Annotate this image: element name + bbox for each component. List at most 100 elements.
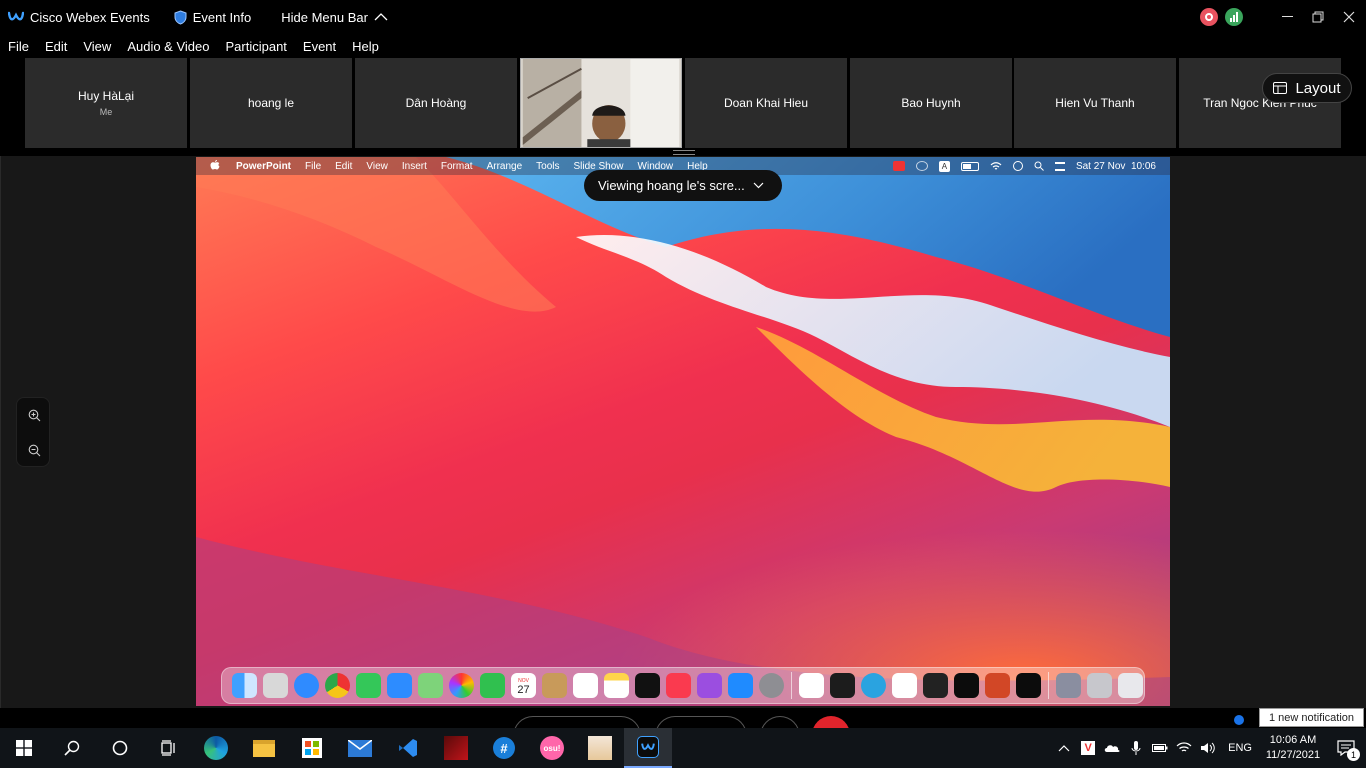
zoom-out-icon[interactable]	[17, 433, 51, 467]
participant-tile[interactable]: Huy HàLại Me	[25, 58, 187, 148]
participant-tile[interactable]: Tran Ngoc Kien Phuc	[1179, 58, 1341, 148]
mac-menu-app[interactable]: PowerPoint	[236, 161, 291, 172]
contacts-icon[interactable]	[542, 673, 567, 698]
menu-event[interactable]: Event	[303, 39, 336, 54]
microsoft-store-icon[interactable]	[288, 728, 336, 768]
microphone-icon[interactable]	[1124, 728, 1148, 768]
mac-menu-arrange[interactable]: Arrange	[487, 161, 523, 172]
menu-audio-video[interactable]: Audio & Video	[127, 39, 209, 54]
telegram-icon[interactable]	[861, 673, 886, 698]
cortana-icon[interactable]	[96, 728, 144, 768]
participant-tile[interactable]: Hien Vu Thanh	[1014, 58, 1176, 148]
dock-separator	[1048, 672, 1049, 699]
terminal-icon[interactable]	[830, 673, 855, 698]
app-store-icon[interactable]	[728, 673, 753, 698]
taskbar-clock[interactable]: 10:06 AM 11/27/2021	[1260, 733, 1326, 763]
powerpoint-icon[interactable]	[985, 673, 1010, 698]
menu-view[interactable]: View	[83, 39, 111, 54]
hashtag-app-icon[interactable]: #	[480, 728, 528, 768]
user-icon[interactable]	[1012, 161, 1023, 171]
apple-icon[interactable]	[210, 159, 220, 173]
wifi-icon[interactable]	[990, 161, 1002, 171]
language-indicator[interactable]: ENG	[1228, 742, 1252, 754]
webex-taskbar-icon[interactable]	[624, 728, 672, 768]
search-icon[interactable]	[48, 728, 96, 768]
music-icon[interactable]	[666, 673, 691, 698]
action-center-icon[interactable]: 1	[1326, 728, 1366, 768]
edge-icon[interactable]	[192, 728, 240, 768]
layout-button[interactable]: Layout	[1262, 73, 1352, 103]
network-stats-icon[interactable]	[1225, 8, 1243, 26]
hide-menu-bar-button[interactable]: Hide Menu Bar	[281, 10, 388, 25]
folder-icon[interactable]	[1056, 673, 1081, 698]
anime-app-icon[interactable]	[576, 728, 624, 768]
resize-handle[interactable]	[673, 150, 695, 155]
file-explorer-icon[interactable]	[240, 728, 288, 768]
osu-icon[interactable]: osu!	[528, 728, 576, 768]
webex-dock-icon[interactable]	[954, 673, 979, 698]
podcasts-icon[interactable]	[697, 673, 722, 698]
safari-icon[interactable]	[294, 673, 319, 698]
vscode-icon[interactable]	[892, 673, 917, 698]
vscode-taskbar-icon[interactable]	[384, 728, 432, 768]
show-hidden-icons-icon[interactable]	[1052, 728, 1076, 768]
launchpad-icon[interactable]	[263, 673, 288, 698]
menu-edit[interactable]: Edit	[45, 39, 67, 54]
participant-tile[interactable]: Bao Huynh	[850, 58, 1012, 148]
minimize-button[interactable]	[1272, 2, 1302, 32]
mail-app-icon[interactable]	[336, 728, 384, 768]
mac-menu-tools[interactable]: Tools	[536, 161, 559, 172]
iterm-icon[interactable]	[923, 673, 948, 698]
event-info-button[interactable]: Event Info	[174, 10, 251, 25]
close-button[interactable]	[1334, 2, 1364, 32]
menu-participant[interactable]: Participant	[225, 39, 286, 54]
participant-tile[interactable]: Dân Hoàng	[355, 58, 517, 148]
recording-indicator-icon[interactable]	[1200, 8, 1218, 26]
maps-icon[interactable]	[418, 673, 443, 698]
battery-icon[interactable]	[960, 161, 979, 171]
notes-icon[interactable]	[604, 673, 629, 698]
cc-icon[interactable]	[915, 161, 928, 171]
participant-tile[interactable]: Doan Khai Hieu	[685, 58, 847, 148]
notification-toast[interactable]: 1 new notification	[1259, 708, 1364, 727]
restore-button[interactable]	[1303, 2, 1333, 32]
trash-icon[interactable]	[1118, 673, 1143, 698]
photos-icon[interactable]	[449, 673, 474, 698]
mail-icon[interactable]	[387, 673, 412, 698]
mail-badge-icon[interactable]	[892, 161, 905, 171]
mac-menu-edit[interactable]: Edit	[335, 161, 352, 172]
finder-icon[interactable]	[232, 673, 257, 698]
mac-menu-insert[interactable]: Insert	[402, 161, 427, 172]
chrome-icon[interactable]	[325, 673, 350, 698]
screenshot-icon[interactable]	[1087, 673, 1112, 698]
calendar-icon[interactable]: NOV 27	[511, 673, 536, 698]
mac-menu-file[interactable]: File	[305, 161, 321, 172]
onedrive-icon[interactable]	[1100, 728, 1124, 768]
zoom-in-icon[interactable]	[17, 398, 51, 432]
reminders-icon[interactable]	[573, 673, 598, 698]
menu-help[interactable]: Help	[352, 39, 379, 54]
battery-tray-icon[interactable]	[1148, 728, 1172, 768]
windows-start-icon[interactable]	[0, 728, 48, 768]
apple-tv-icon[interactable]	[635, 673, 660, 698]
spotlight-icon[interactable]	[1034, 161, 1044, 171]
messages-icon[interactable]	[356, 673, 381, 698]
webex-meetings-icon[interactable]	[1016, 673, 1041, 698]
participant-video-tile[interactable]	[520, 58, 682, 148]
volume-icon[interactable]	[1196, 728, 1220, 768]
mac-menu-format[interactable]: Format	[441, 161, 473, 172]
input-source-icon[interactable]: A	[938, 160, 950, 172]
shared-screen[interactable]: PowerPoint File Edit View Insert Format …	[196, 157, 1170, 706]
vivaldi-tray-icon[interactable]: V	[1076, 728, 1100, 768]
mac-menu-view[interactable]: View	[366, 161, 388, 172]
game-app-icon[interactable]	[432, 728, 480, 768]
menu-file[interactable]: File	[8, 39, 29, 54]
viewing-banner[interactable]: Viewing hoang le's scre...	[584, 170, 782, 201]
wifi-tray-icon[interactable]	[1172, 728, 1196, 768]
system-preferences-icon[interactable]	[759, 673, 784, 698]
control-center-icon[interactable]	[1054, 161, 1065, 171]
zalo-icon[interactable]	[799, 673, 824, 698]
facetime-icon[interactable]	[480, 673, 505, 698]
task-view-icon[interactable]	[144, 728, 192, 768]
participant-tile[interactable]: hoang le	[190, 58, 352, 148]
